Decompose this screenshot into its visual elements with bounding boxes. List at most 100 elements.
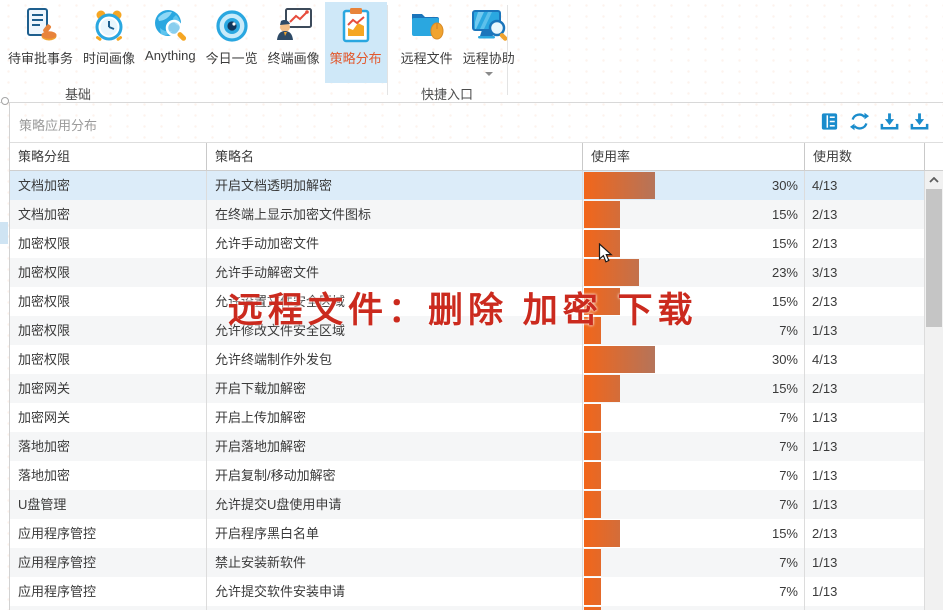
ribbon-item-远程协助[interactable]: 远程协助 xyxy=(458,2,520,83)
chevron-up-icon xyxy=(929,177,939,183)
cell-usage-rate: 7% xyxy=(583,403,805,432)
table-row[interactable]: 加密权限 允许终端制作外发包 30% 4/13 xyxy=(10,345,925,374)
cell-usage-count: 1/13 xyxy=(805,432,925,461)
table-row[interactable]: 加密权限 允许手动加密文件 15% 2/13 xyxy=(10,229,925,258)
ribbon-group-label-basic: 基础 xyxy=(0,84,156,103)
usage-rate-percent: 15% xyxy=(772,200,798,229)
cell-policy-name: 允许提交软件安装申请 xyxy=(207,577,583,606)
ribbon-item-远程文件[interactable]: 远程文件 xyxy=(396,2,458,83)
usage-rate-bar xyxy=(584,201,620,228)
usage-rate-bar xyxy=(584,172,655,199)
cell-policy-group: 落地加密 xyxy=(10,432,207,461)
ribbon-item-待审批事务[interactable]: 待审批事务 xyxy=(3,2,78,83)
table-row[interactable]: 加密网关 开启上传加解密 7% 1/13 xyxy=(10,403,925,432)
ribbon-item-策略分布[interactable]: 策略分布 xyxy=(325,2,387,83)
ribbon-item-终端画像[interactable]: 终端画像 xyxy=(263,2,325,83)
table-row[interactable]: 文档加密 在终端上显示加密文件图标 15% 2/13 xyxy=(10,200,925,229)
vertical-scrollbar[interactable] xyxy=(924,171,943,610)
cell-usage-count: 2/13 xyxy=(805,519,925,548)
table-row[interactable]: 应用程序管控 允许提交软件安装申请 7% 1/13 xyxy=(10,577,925,606)
cell-policy-group: U盘管理 xyxy=(10,490,207,519)
table-row[interactable]: U盘管理 允许提交U盘使用申请 7% 1/13 xyxy=(10,490,925,519)
cell-policy-name: 允许终端制作外发包 xyxy=(207,345,583,374)
cell-usage-rate: 15% xyxy=(583,200,805,229)
usage-rate-bar xyxy=(584,404,601,431)
eye-icon xyxy=(212,6,252,46)
cell-usage-rate xyxy=(583,606,805,610)
usage-rate-percent: 7% xyxy=(779,490,798,519)
usage-rate-bar xyxy=(584,462,601,489)
cell-policy-name: 禁止安装新软件 xyxy=(207,548,583,577)
usage-rate-bar xyxy=(584,549,601,576)
cell-policy-group: 文档加密 xyxy=(10,200,207,229)
cell-policy-group: 加密网关 xyxy=(10,374,207,403)
usage-rate-percent: 7% xyxy=(779,432,798,461)
splitter-handle-icon[interactable] xyxy=(1,97,9,105)
cell-policy-group: 加密权限 xyxy=(10,345,207,374)
clipboard-chart-icon xyxy=(336,6,376,46)
column-header-spacer xyxy=(925,143,943,170)
cell-usage-count: 1/13 xyxy=(805,577,925,606)
scrollbar-thumb[interactable] xyxy=(926,189,942,327)
table-row[interactable]: 应用程序管控 禁止安装新软件 7% 1/13 xyxy=(10,548,925,577)
watermark-text: 远程文件：删除 加密 下载 xyxy=(228,282,697,333)
table-view-icon[interactable] xyxy=(819,111,840,132)
table-row[interactable]: 落地加密 开启复制/移动加解密 7% 1/13 xyxy=(10,461,925,490)
usage-rate-bar xyxy=(584,346,655,373)
usage-rate-percent: 7% xyxy=(779,403,798,432)
usage-rate-bar xyxy=(584,520,620,547)
cell-usage-rate: 15% xyxy=(583,374,805,403)
scroll-up-button[interactable] xyxy=(925,171,943,188)
cell-policy-name: 开启文档透明加解密 xyxy=(207,171,583,200)
cell-policy-group: 加密权限 xyxy=(10,287,207,316)
splitter-accent xyxy=(0,222,8,244)
cell-usage-count: 1/13 xyxy=(805,403,925,432)
table-row[interactable]: 加密网关 开启下载加解密 15% 2/13 xyxy=(10,374,925,403)
monitor-search-icon xyxy=(469,6,509,46)
cell-usage-rate: 7% xyxy=(583,548,805,577)
usage-rate-percent: 7% xyxy=(779,577,798,606)
refresh-icon[interactable] xyxy=(849,111,870,132)
table-row[interactable]: 落地加密 开启落地加解密 7% 1/13 xyxy=(10,432,925,461)
ribbon-item-Anything[interactable]: Anything xyxy=(140,2,201,83)
usage-rate-percent: 15% xyxy=(772,229,798,258)
usage-rate-percent: 15% xyxy=(772,287,798,316)
ribbon-item-今日一览[interactable]: 今日一览 xyxy=(201,2,263,83)
usage-rate-percent: 7% xyxy=(779,316,798,345)
column-header-policy-group: 策略分组 xyxy=(10,143,207,170)
table-row[interactable]: 文档加密 开启文档透明加解密 30% 4/13 xyxy=(10,171,925,200)
table-body: 文档加密 开启文档透明加解密 30% 4/13 文档加密 在终端上显示加密文件图… xyxy=(10,171,925,610)
cell-usage-rate: 7% xyxy=(583,490,805,519)
cell-usage-rate: 7% xyxy=(583,432,805,461)
table-row[interactable]: 应用程序管控 开启程序黑白名单 15% 2/13 xyxy=(10,519,925,548)
ribbon-group-divider xyxy=(387,5,388,95)
usage-rate-percent: 30% xyxy=(772,345,798,374)
cell-policy-group xyxy=(10,606,207,610)
cell-policy-name: 开启下载加解密 xyxy=(207,374,583,403)
cell-policy-group: 文档加密 xyxy=(10,171,207,200)
panel-header: 策略应用分布 xyxy=(10,103,943,143)
cell-usage-rate: 30% xyxy=(583,345,805,374)
usage-rate-bar xyxy=(584,433,601,460)
table-row[interactable] xyxy=(10,606,925,610)
cell-policy-group: 落地加密 xyxy=(10,461,207,490)
ribbon-item-时间画像[interactable]: 时间画像 xyxy=(78,2,140,83)
cell-usage-count: 2/13 xyxy=(805,200,925,229)
cell-policy-group: 加密权限 xyxy=(10,316,207,345)
usage-rate-percent: 23% xyxy=(772,258,798,287)
cell-usage-count: 2/13 xyxy=(805,287,925,316)
cell-usage-rate: 30% xyxy=(583,171,805,200)
cell-policy-name: 允许手动加密文件 xyxy=(207,229,583,258)
cell-usage-rate: 15% xyxy=(583,519,805,548)
cell-policy-name: 开启程序黑白名单 xyxy=(207,519,583,548)
panel-toolbar xyxy=(819,111,930,132)
download-icon-2[interactable] xyxy=(909,111,930,132)
ribbon-group-divider xyxy=(507,5,508,95)
usage-rate-bar xyxy=(584,491,601,518)
cell-policy-group: 应用程序管控 xyxy=(10,548,207,577)
folder-mouse-icon xyxy=(407,6,447,46)
cell-usage-rate: 7% xyxy=(583,577,805,606)
download-icon[interactable] xyxy=(879,111,900,132)
ribbon-toolbar: 待审批事务 时间画像 Anything 今日一览 终端画像 策略分布 远程文件 … xyxy=(0,0,943,103)
cell-usage-count xyxy=(805,606,925,610)
